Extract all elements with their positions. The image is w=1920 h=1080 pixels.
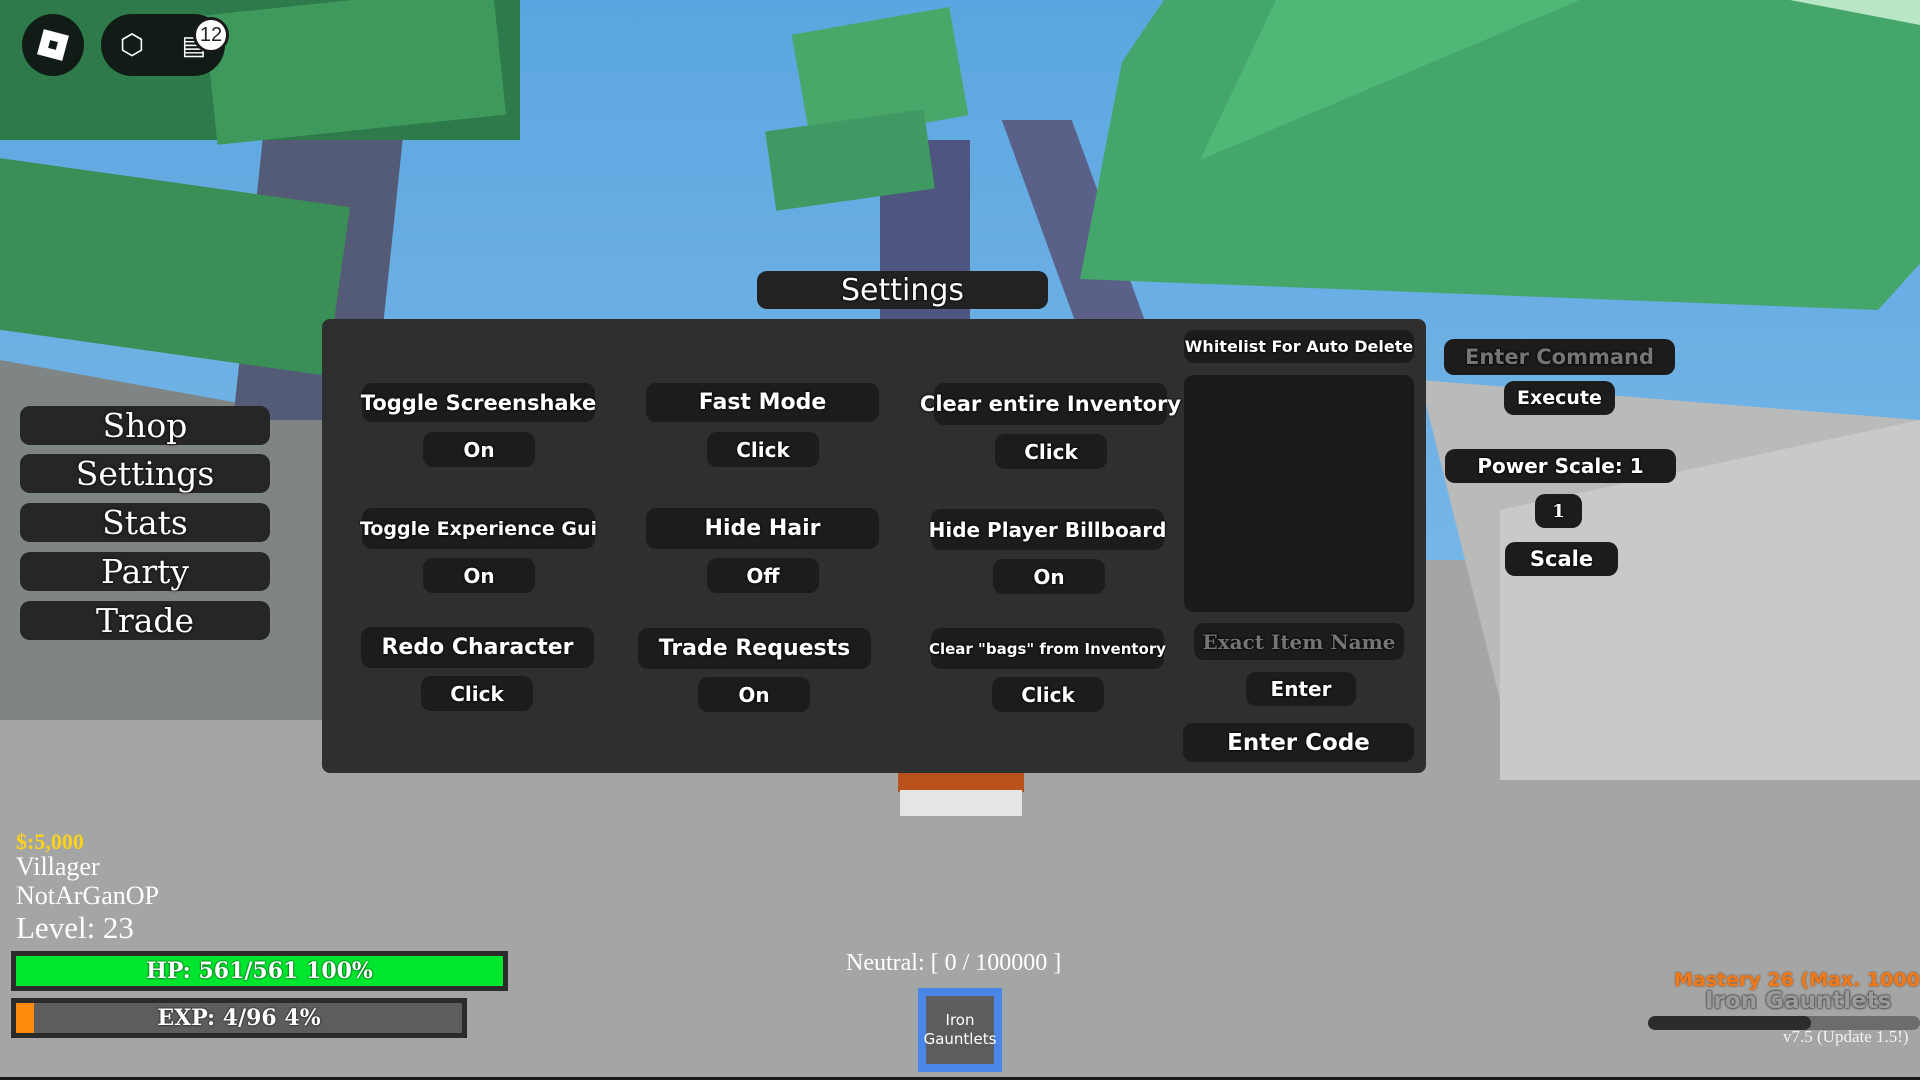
hp-bar: HP: 561/561 100% (11, 951, 508, 991)
hide-hair-button[interactable]: Off (707, 558, 819, 593)
execute-button[interactable]: Execute (1504, 381, 1615, 415)
player-title: Villager (16, 852, 100, 881)
enter-code-button[interactable]: Enter Code (1183, 723, 1414, 762)
side-menu-trade-button[interactable]: Trade (20, 601, 270, 640)
roblox-logo-icon (37, 29, 69, 61)
hide-player-billboard-button[interactable]: On (993, 559, 1105, 594)
redo-character-button[interactable]: Click (421, 676, 533, 711)
side-menu-stats-button[interactable]: Stats (20, 503, 270, 542)
whitelist-label: Whitelist For Auto Delete (1184, 330, 1414, 363)
exp-bar: EXP: 4/96 4% (11, 998, 467, 1038)
exp-bar-label: EXP: 4/96 4% (157, 1005, 321, 1031)
clear-bags-button[interactable]: Click (992, 677, 1104, 712)
whitelist-enter-button[interactable]: Enter (1246, 672, 1356, 706)
trade-requests-button[interactable]: On (698, 677, 810, 712)
clear-bags-label: Clear "bags" from Inventory (929, 628, 1166, 669)
trade-requests-label: Trade Requests (638, 628, 871, 669)
toggle-screenshake-label: Toggle Screenshake (361, 383, 596, 422)
scale-button[interactable]: Scale (1505, 542, 1618, 576)
hotbar-slot[interactable]: Iron Gauntlets (918, 988, 1002, 1072)
roblox-menu-button[interactable] (22, 14, 84, 76)
exact-item-name-input[interactable] (1194, 623, 1404, 660)
enter-command-input[interactable] (1444, 339, 1675, 375)
toggle-experience-gui-label: Toggle Experience Gui (360, 508, 597, 549)
hide-player-billboard-label: Hide Player Billboard (929, 509, 1166, 550)
mastery-weapon-name: Iron Gauntlets (1705, 988, 1892, 1014)
avatar-cube-icon[interactable]: ⬡ (120, 31, 144, 59)
clear-inventory-label: Clear entire Inventory (920, 383, 1181, 425)
side-menu-shop-button[interactable]: Shop (20, 406, 270, 445)
hp-bar-label: HP: 561/561 100% (146, 958, 373, 984)
power-scale-label: Power Scale: 1 (1445, 449, 1676, 483)
hotbar-slot-label: Iron Gauntlets (924, 996, 996, 1064)
toggle-screenshake-button[interactable]: On (423, 432, 535, 467)
fast-mode-button[interactable]: Click (707, 432, 819, 467)
redo-character-label: Redo Character (361, 627, 594, 668)
alignment-counter: Neutral: [ 0 / 100000 ] (846, 950, 1062, 976)
version-label: v7.5 (Update 1.5!) (1783, 1027, 1909, 1046)
notification-badge: 12 (193, 17, 229, 53)
whitelist-list[interactable] (1184, 375, 1414, 612)
side-menu-party-button[interactable]: Party (20, 552, 270, 591)
clear-inventory-button[interactable]: Click (995, 434, 1107, 469)
power-scale-input[interactable] (1535, 494, 1582, 528)
fast-mode-label: Fast Mode (646, 383, 879, 422)
player-level: Level: 23 (16, 910, 134, 945)
side-menu-settings-button[interactable]: Settings (20, 454, 270, 493)
hide-hair-label: Hide Hair (646, 508, 879, 549)
settings-title: Settings (757, 271, 1048, 309)
player-name: NotArGanOP (16, 881, 159, 910)
toggle-experience-gui-button[interactable]: On (423, 558, 535, 593)
